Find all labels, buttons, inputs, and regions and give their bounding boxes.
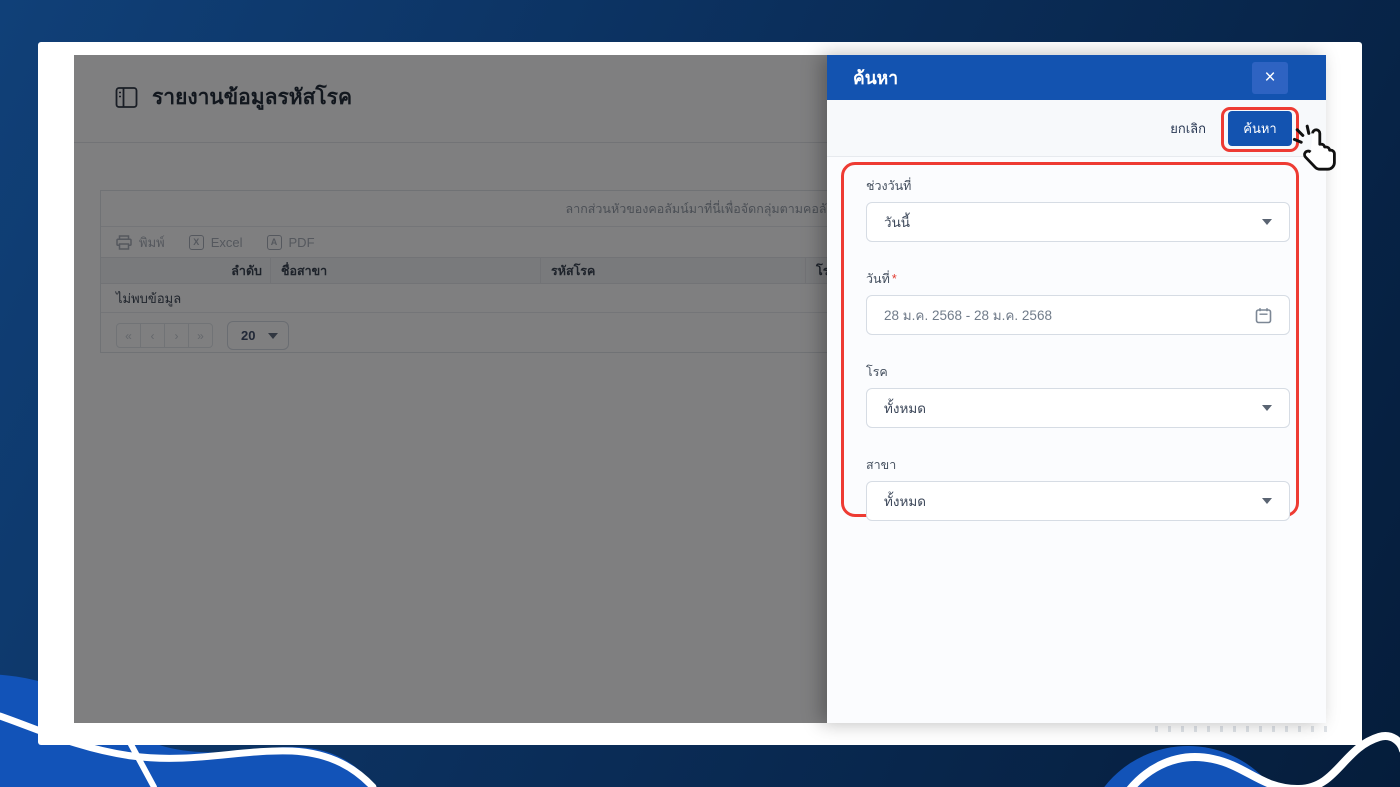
chevron-down-icon	[1262, 219, 1272, 225]
date-range-type-label: ช่วงวันที่	[866, 179, 912, 193]
date-label: วันที่ *	[866, 269, 1296, 289]
branch-label: สาขา	[866, 458, 897, 472]
calendar-icon	[1255, 307, 1272, 323]
chevron-down-icon	[1262, 498, 1272, 504]
chevron-down-icon	[1262, 405, 1272, 411]
drawer-header: ค้นหา ×	[827, 55, 1326, 100]
content-region: รายงานข้อมูลรหัสโรค ลากส่วนหัวของคอลัมน์…	[74, 55, 1336, 723]
branch-select[interactable]: ทั้งหมด	[866, 481, 1290, 521]
drawer-action-bar: ยกเลิก ค้นหา	[827, 100, 1336, 171]
close-icon: ×	[1264, 67, 1276, 88]
date-range-type-select[interactable]: วันนี้	[866, 202, 1290, 242]
date-label-text: วันที่	[866, 272, 890, 286]
search-drawer: ค้นหา × ยกเลิก ค้นหา ช่วงวันที่ วันนี้ ว…	[827, 55, 1336, 723]
required-asterisk: *	[891, 272, 897, 286]
date-range-type-value: วันนี้	[884, 215, 911, 230]
close-button[interactable]: ×	[1252, 61, 1288, 94]
disease-value: ทั้งหมด	[884, 401, 927, 416]
app-window: รายงานข้อมูลรหัสโรค ลากส่วนหัวของคอลัมน์…	[38, 42, 1362, 745]
date-range-input[interactable]: 28 ม.ค. 2568 - 28 ม.ค. 2568	[866, 295, 1290, 335]
disease-label: โรค	[866, 365, 888, 379]
footer-faint-marks	[1155, 726, 1327, 732]
disease-select[interactable]: ทั้งหมด	[866, 388, 1290, 428]
branch-value: ทั้งหมด	[884, 494, 927, 509]
cursor-hand-icon	[1292, 124, 1336, 171]
date-range-value: 28 ม.ค. 2568 - 28 ม.ค. 2568	[884, 308, 1052, 323]
search-submit-button[interactable]: ค้นหา	[1228, 110, 1292, 146]
cancel-button[interactable]: ยกเลิก	[1170, 118, 1206, 139]
annotation-highlight-form: ช่วงวันที่ วันนี้ วันที่ * 28 ม.ค. 2568 -…	[841, 162, 1299, 521]
drawer-title: ค้นหา	[853, 67, 899, 88]
